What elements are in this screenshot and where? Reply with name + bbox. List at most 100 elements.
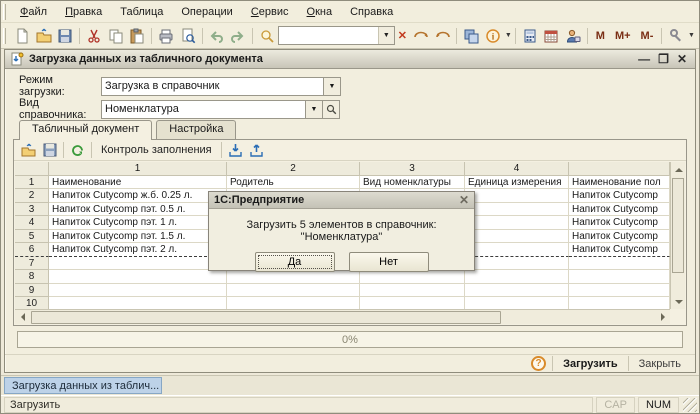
menu-service[interactable]: Сервис	[242, 3, 298, 21]
cell[interactable]: Напиток Cutycomp ж.б. 0.25 л.	[49, 189, 227, 203]
windows-icon[interactable]	[460, 25, 482, 47]
tab-tabular-document[interactable]: Табличный документ	[19, 120, 153, 140]
horizontal-scroll-thumb[interactable]	[31, 310, 501, 324]
column-header[interactable]: 1	[49, 162, 227, 176]
scroll-down-icon[interactable]	[671, 294, 686, 309]
import-rows-icon[interactable]	[225, 141, 246, 160]
column-header[interactable]: 3	[360, 162, 465, 176]
minimize-button[interactable]: —	[638, 52, 650, 66]
cell[interactable]	[569, 297, 670, 309]
window-title-bar[interactable]: Загрузка данных из табличного документа …	[5, 50, 695, 69]
row-header[interactable]: 8	[15, 270, 49, 284]
search-combobox[interactable]: ▼	[277, 26, 395, 45]
cell[interactable]	[227, 270, 360, 284]
user-icon[interactable]	[562, 25, 584, 47]
copy-icon[interactable]	[105, 25, 127, 47]
find-icon[interactable]	[256, 25, 278, 47]
undo-icon[interactable]	[206, 25, 228, 47]
vertical-scrollbar[interactable]	[670, 162, 685, 309]
dialog-close-icon[interactable]: ✕	[459, 193, 469, 207]
cell[interactable]: Напиток Cutycomp пэт. 2 л.	[49, 243, 227, 257]
calendar-icon[interactable]	[540, 25, 562, 47]
cell[interactable]: Напиток Cutycomp	[569, 189, 670, 203]
row-header[interactable]: 10	[15, 297, 49, 309]
vertical-scroll-thumb[interactable]	[672, 178, 684, 273]
search-input[interactable]	[278, 28, 378, 43]
open-file-icon[interactable]	[18, 141, 39, 160]
open-icon[interactable]	[33, 25, 55, 47]
taskbar-item-load-data[interactable]: Загрузка данных из таблич...	[4, 377, 162, 394]
load-mode-combobox[interactable]: Загрузка в справочник ▼	[101, 76, 341, 96]
cell[interactable]: Напиток Cutycomp пэт. 1.5 л.	[49, 229, 227, 243]
column-header[interactable]: 2	[227, 162, 360, 176]
cell[interactable]	[465, 256, 569, 270]
cell[interactable]: Напиток Cutycomp пэт. 1 л.	[49, 216, 227, 230]
cell[interactable]: Напиток Cutycomp	[569, 202, 670, 216]
cell[interactable]	[465, 283, 569, 297]
no-button[interactable]: Нет	[348, 252, 429, 272]
cell[interactable]: Наименование	[49, 175, 227, 189]
calculator-icon[interactable]	[519, 25, 541, 47]
column-header[interactable]: 4	[465, 162, 569, 176]
row-header[interactable]: 6	[15, 243, 49, 257]
row-header[interactable]: 1	[15, 175, 49, 189]
cell[interactable]	[49, 270, 227, 284]
menu-file[interactable]: Файл	[11, 3, 56, 21]
cell[interactable]: Напиток Cutycomp	[569, 216, 670, 230]
chevron-down-icon[interactable]: ▼	[323, 77, 340, 95]
cell[interactable]	[49, 256, 227, 270]
refresh-icon[interactable]	[67, 141, 88, 160]
horizontal-scrollbar[interactable]	[15, 309, 670, 324]
cell[interactable]: Родитель	[227, 175, 360, 189]
chevron-down-icon[interactable]: ▼	[505, 32, 512, 39]
row-header[interactable]: 9	[15, 283, 49, 297]
find-previous-icon[interactable]	[432, 25, 454, 47]
close-button[interactable]: ✕	[677, 52, 687, 66]
cell[interactable]	[465, 189, 569, 203]
menu-help[interactable]: Справка	[341, 3, 402, 21]
memory-recall-button[interactable]: M	[591, 30, 610, 42]
menu-edit[interactable]: Правка	[56, 3, 111, 21]
row-header[interactable]: 2	[15, 189, 49, 203]
cell[interactable]: Единица измерения	[465, 175, 569, 189]
scroll-up-icon[interactable]	[671, 162, 686, 177]
row-header[interactable]: 3	[15, 202, 49, 216]
lookup-icon[interactable]	[323, 99, 340, 119]
row-header[interactable]: 7	[15, 256, 49, 270]
new-document-icon[interactable]	[11, 25, 33, 47]
menu-table[interactable]: Таблица	[111, 3, 172, 21]
chevron-down-icon[interactable]: ▼	[305, 100, 322, 118]
cell[interactable]	[360, 283, 465, 297]
close-window-button[interactable]: Закрыть	[635, 356, 685, 372]
menu-windows[interactable]: Окна	[298, 3, 342, 21]
cell[interactable]: Напиток Cutycomp	[569, 229, 670, 243]
save-file-icon[interactable]	[39, 141, 60, 160]
fill-control-button[interactable]: Контроль заполнения	[95, 142, 218, 158]
catalog-kind-combobox[interactable]: Номенклатура ▼	[101, 99, 323, 119]
cell[interactable]	[360, 297, 465, 309]
export-rows-icon[interactable]	[246, 141, 267, 160]
cell[interactable]	[569, 256, 670, 270]
cell[interactable]: Напиток Cutycomp пэт. 0.5 л.	[49, 202, 227, 216]
service-settings-icon[interactable]	[665, 25, 687, 47]
cell[interactable]	[569, 270, 670, 284]
chevron-down-icon[interactable]: ▼	[688, 32, 695, 39]
help-icon[interactable]: ?	[531, 356, 547, 371]
chevron-down-icon[interactable]: ▼	[377, 27, 394, 44]
save-icon[interactable]	[54, 25, 76, 47]
cell[interactable]	[360, 270, 465, 284]
print-preview-icon[interactable]	[177, 25, 199, 47]
dialog-title-bar[interactable]: 1С:Предприятие ✕	[209, 192, 474, 209]
cell[interactable]	[49, 283, 227, 297]
cell[interactable]	[465, 270, 569, 284]
tab-settings[interactable]: Настройка	[156, 120, 237, 139]
yes-button[interactable]: Да	[254, 252, 335, 272]
cell[interactable]: Вид номенклатуры	[360, 175, 465, 189]
cell[interactable]	[465, 229, 569, 243]
column-header[interactable]	[569, 162, 670, 176]
find-next-icon[interactable]	[410, 25, 432, 47]
cell[interactable]	[49, 297, 227, 309]
cell[interactable]	[227, 297, 360, 309]
cell[interactable]	[227, 283, 360, 297]
redo-icon[interactable]	[227, 25, 249, 47]
